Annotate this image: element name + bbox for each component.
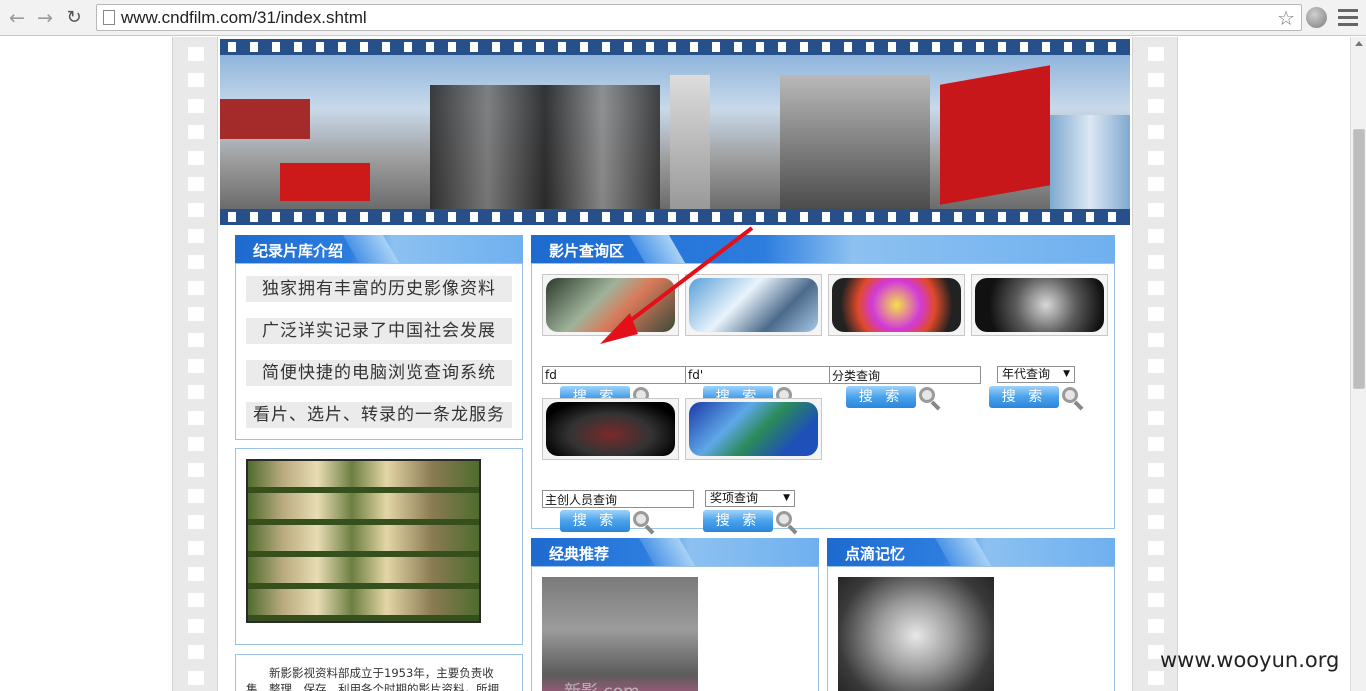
url-text[interactable]: www.cndfilm.com/31/index.shtml xyxy=(121,8,367,28)
vertical-scrollbar[interactable] xyxy=(1350,37,1366,691)
page-viewport: 纪录片库介绍 独家拥有丰富的历史影像资料 广泛详实记录了中国社会发展 简便快捷的… xyxy=(0,37,1350,691)
scroll-up-icon[interactable] xyxy=(1355,41,1363,46)
red-arrow-annotation xyxy=(600,226,754,344)
address-bar[interactable]: www.cndfilm.com/31/index.shtml ☆ xyxy=(96,4,1302,31)
arrow-right-icon[interactable]: → xyxy=(34,7,56,29)
globe-icon[interactable] xyxy=(1306,7,1327,28)
bookmark-star-icon[interactable]: ☆ xyxy=(1277,6,1295,30)
scrollbar-thumb[interactable] xyxy=(1353,129,1365,389)
page-icon xyxy=(103,10,115,25)
watermark-text: www.wooyun.org xyxy=(1160,648,1340,672)
reload-icon[interactable]: ↻ xyxy=(63,7,85,29)
menu-icon[interactable] xyxy=(1338,9,1358,27)
browser-toolbar: ← → ↻ www.cndfilm.com/31/index.shtml ☆ xyxy=(0,0,1366,36)
arrow-left-icon[interactable]: ← xyxy=(6,7,28,29)
